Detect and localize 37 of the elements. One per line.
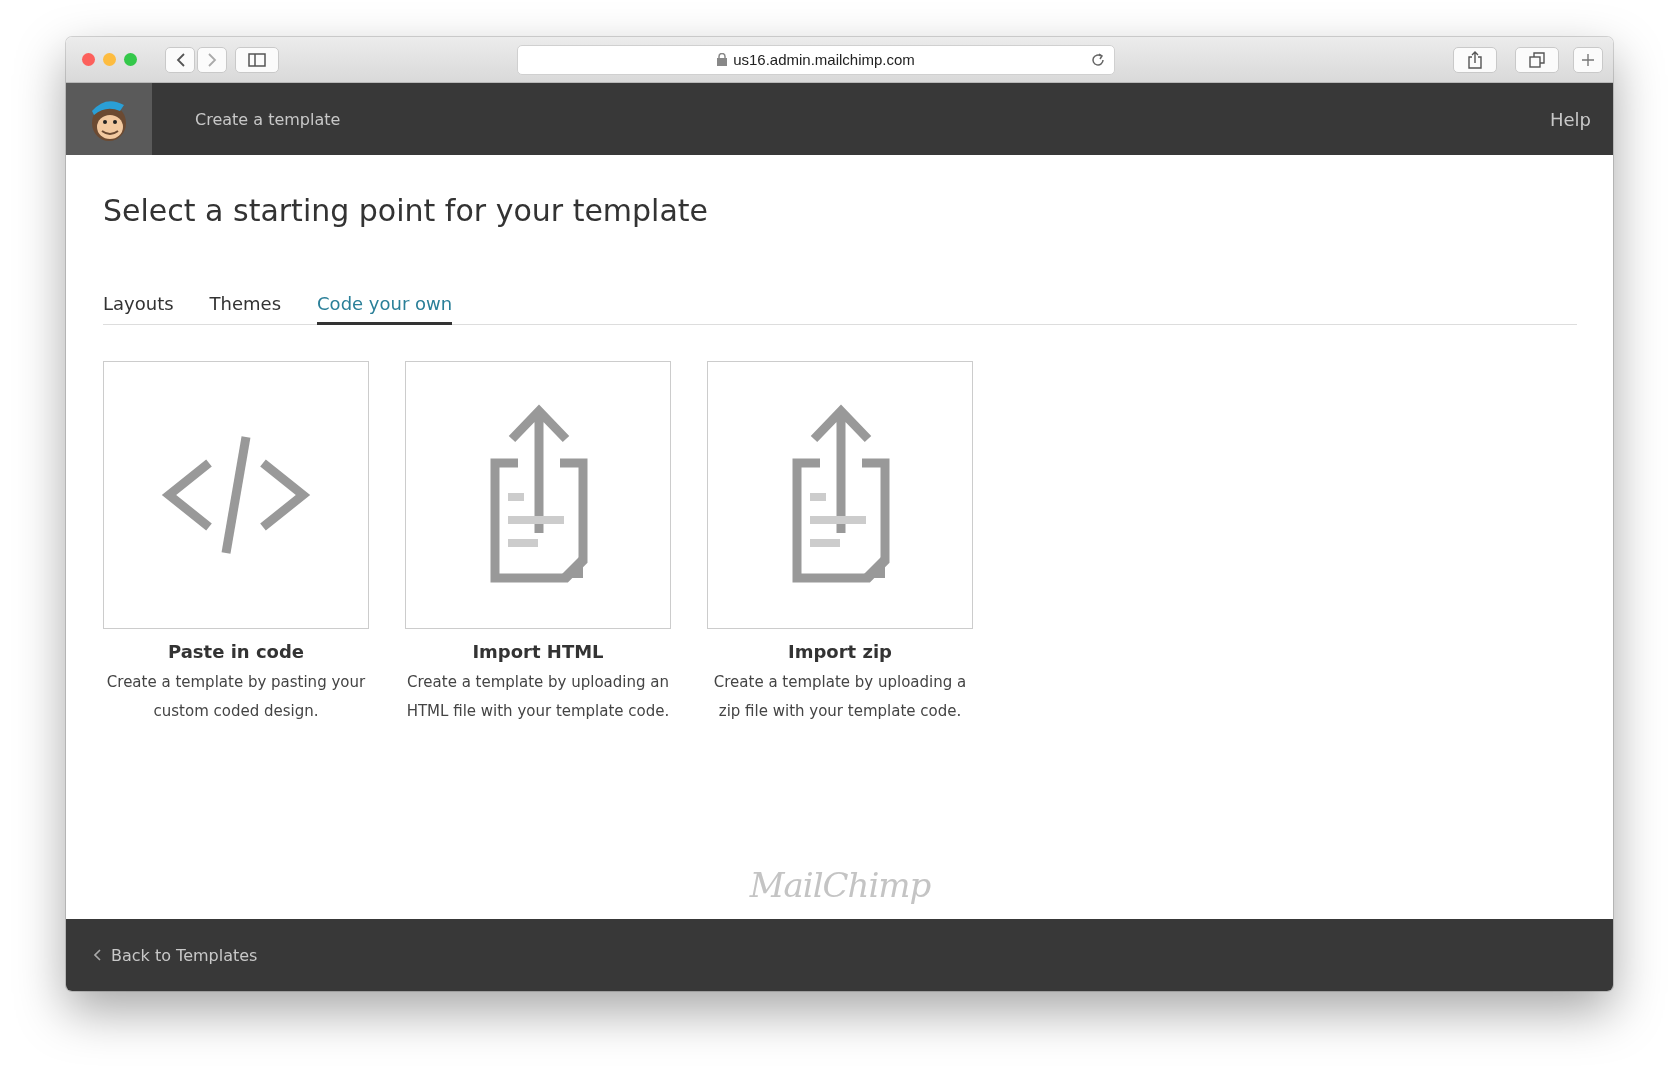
option-title: Import HTML xyxy=(472,641,604,662)
option-title: Import zip xyxy=(788,641,892,662)
tabs-button[interactable] xyxy=(1515,46,1559,73)
chevron-left-icon xyxy=(175,52,185,67)
code-icon xyxy=(161,433,311,557)
plus-icon xyxy=(1582,53,1594,66)
page-header-title: Create a template xyxy=(195,109,342,129)
share-icon xyxy=(1468,50,1482,69)
lock-icon xyxy=(717,53,728,66)
option-description: Create a template by uploading an HTML file with your template code. xyxy=(405,672,671,722)
sidebar-button[interactable] xyxy=(235,46,279,73)
sidebar-icon xyxy=(248,52,266,67)
zoom-window-icon[interactable] xyxy=(124,53,137,66)
close-window-icon[interactable] xyxy=(82,53,95,66)
back-button[interactable] xyxy=(165,46,195,73)
page-title: Select a starting point for your template xyxy=(103,193,710,228)
help-link[interactable]: Help xyxy=(1549,108,1591,130)
tab[interactable]: Themes xyxy=(209,293,282,325)
back-link[interactable]: Back to Templates xyxy=(94,945,258,965)
url-text: us16.admin.mailchimp.com xyxy=(733,51,915,68)
option-title: Paste in code xyxy=(168,641,304,662)
tab[interactable]: Layouts xyxy=(103,293,174,325)
wordmark: MailChimp xyxy=(749,865,931,905)
address-bar[interactable]: us16.admin.mailchimp.com xyxy=(517,44,1115,75)
option-tile[interactable] xyxy=(103,361,369,629)
chevron-left-icon xyxy=(94,949,101,961)
chevron-right-icon xyxy=(207,52,217,67)
option-tile[interactable] xyxy=(405,361,671,629)
share-button[interactable] xyxy=(1453,46,1497,73)
option-tile[interactable] xyxy=(707,361,973,629)
new-tab-button[interactable] xyxy=(1573,46,1603,73)
tab[interactable]: Code your own xyxy=(317,293,453,325)
forward-button[interactable] xyxy=(197,46,227,73)
reload-icon[interactable] xyxy=(1090,51,1106,68)
option-description: Create a template by pasting your custom coded design. xyxy=(105,672,367,722)
option-description: Create a template by uploading a zip file with your template code. xyxy=(712,672,968,722)
tabs-icon xyxy=(1529,51,1545,68)
